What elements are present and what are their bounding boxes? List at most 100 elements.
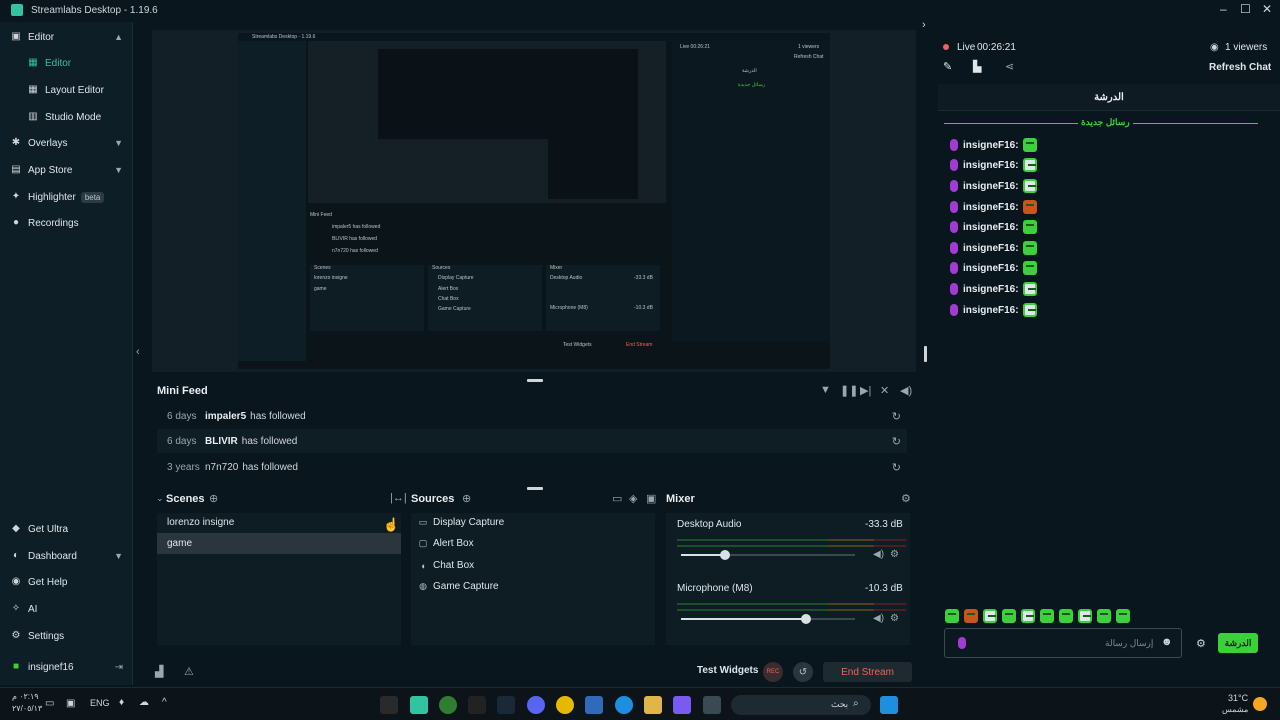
rec-button[interactable]: REC <box>763 662 783 682</box>
collapse-left-icon[interactable]: ‹ <box>136 346 140 358</box>
scene-transition-icon[interactable]: |↔| <box>390 492 407 504</box>
taskview-app-icon[interactable] <box>703 696 721 714</box>
collapse-chat-icon[interactable]: › <box>922 19 926 31</box>
chat-username[interactable]: insigneF16: <box>963 284 1019 295</box>
sidebar-item-app-store[interactable]: ▤ App Store ▼ <box>0 159 133 181</box>
volume-slider[interactable] <box>681 614 855 624</box>
xbox-app-icon[interactable] <box>439 696 457 714</box>
stream-preview[interactable]: Streamlabs Desktop - 1.19.6 Mini Feed im… <box>136 30 916 372</box>
volume-icon[interactable]: ◀) <box>900 384 912 397</box>
mute-alerts-icon[interactable]: ✕ <box>880 384 889 397</box>
scene-item[interactable]: lorenzo insigne <box>157 512 401 533</box>
gear-icon[interactable]: ⚙ <box>890 613 899 624</box>
tray-chevron-icon[interactable]: ^ <box>162 697 167 708</box>
chat-username[interactable]: insigneF16: <box>963 140 1019 151</box>
streamlabs-app-icon[interactable] <box>410 696 428 714</box>
add-source-icon[interactable]: ⊕ <box>462 492 471 505</box>
source-item[interactable]: ◍ Game Capture <box>417 576 655 597</box>
chat-username[interactable]: insigneF16: <box>963 181 1019 192</box>
emote-icon[interactable] <box>1021 609 1035 623</box>
chat-settings-icon[interactable]: ⚙ <box>1196 637 1206 650</box>
chat-username[interactable]: insigneF16: <box>963 160 1019 171</box>
sidebar-item-recordings[interactable]: ● Recordings <box>0 212 133 234</box>
source-settings-icon[interactable]: ▭ <box>612 492 622 505</box>
emote-icon[interactable] <box>1097 609 1111 623</box>
mixer-settings-icon[interactable]: ⚙ <box>901 492 911 505</box>
source-item[interactable]: ▢ Alert Box <box>417 533 655 554</box>
skip-icon[interactable]: ▶| <box>860 384 871 397</box>
discord-app-icon[interactable] <box>527 696 545 714</box>
test-widgets-label[interactable]: Test Widgets <box>697 665 758 676</box>
chat-username[interactable]: insigneF16: <box>963 243 1019 254</box>
resize-handle-horizontal[interactable] <box>527 379 543 382</box>
source-eye-icon[interactable]: ◈ <box>629 492 637 505</box>
sidebar-item-get-ultra[interactable]: ◆ Get Ultra <box>0 518 133 540</box>
add-scene-icon[interactable]: ⊕ <box>209 492 218 505</box>
capcut-app-icon[interactable] <box>468 696 486 714</box>
alert-notification-icon[interactable]: ⚠ <box>184 665 194 678</box>
chat-input-box[interactable]: إرسال رسالة ☻ <box>944 628 1182 658</box>
network-icon[interactable]: ▣ <box>66 698 75 709</box>
sidebar-item-settings[interactable]: ⚙ Settings <box>0 625 133 647</box>
replay-icon[interactable]: ↻ <box>892 435 901 448</box>
edit-icon[interactable]: ✎ <box>943 60 952 73</box>
resize-handle-horizontal[interactable] <box>527 487 543 490</box>
chat-username[interactable]: insigneF16: <box>963 222 1019 233</box>
emote-icon[interactable] <box>1116 609 1130 623</box>
emote-icon[interactable] <box>1078 609 1092 623</box>
emote-icon[interactable] <box>945 609 959 623</box>
cards-icon[interactable]: ▙ <box>973 60 981 73</box>
cloud-icon[interactable]: ☁ <box>139 697 149 708</box>
volume-slider[interactable] <box>681 550 855 560</box>
pause-icon[interactable]: ❚❚ <box>840 384 858 397</box>
source-folder-icon[interactable]: ▣ <box>646 492 656 505</box>
microphone-icon[interactable]: ♦ <box>119 697 124 708</box>
chat-username[interactable]: insigneF16: <box>963 202 1019 213</box>
copilot-app-icon[interactable] <box>673 696 691 714</box>
sidebar-item-get-help[interactable]: ◉ Get Help <box>0 571 133 593</box>
refresh-chat-button[interactable]: Refresh Chat <box>1209 62 1271 73</box>
speaker-icon[interactable]: ◀) <box>873 613 884 624</box>
emote-icon[interactable] <box>983 609 997 623</box>
resize-handle-vertical[interactable] <box>924 346 927 362</box>
maximize-button[interactable]: ☐ <box>1240 2 1251 16</box>
sidebar-item-layout-editor[interactable]: ▦ Layout Editor <box>0 79 133 101</box>
speaker-icon[interactable]: ◀) <box>873 549 884 560</box>
chat-username[interactable]: insigneF16: <box>963 305 1019 316</box>
sidebar-item-overlays[interactable]: ✱ Overlays ▼ <box>0 132 133 154</box>
sidebar-item-editor[interactable]: ▦ Editor <box>0 52 133 74</box>
folder-app-icon[interactable] <box>644 696 662 714</box>
emoji-icon[interactable]: ☻ <box>1161 636 1173 648</box>
sidebar-item-ai[interactable]: ✧ AI <box>0 598 133 620</box>
windows-start-icon[interactable] <box>880 696 898 714</box>
source-item[interactable]: ▭ Display Capture <box>417 512 655 533</box>
edge-app-icon[interactable] <box>615 696 633 714</box>
sidebar-item-editor-group[interactable]: ▣ Editor ▲ <box>0 26 133 48</box>
input-language[interactable]: ENG <box>90 698 110 708</box>
sidebar-item-studio-mode[interactable]: ▥ Studio Mode <box>0 106 133 128</box>
replay-icon[interactable]: ↻ <box>892 410 901 423</box>
scene-item-selected[interactable]: game <box>157 533 401 554</box>
gear-icon[interactable]: ⚙ <box>890 549 899 560</box>
emote-icon[interactable] <box>1002 609 1016 623</box>
filter-icon[interactable]: ▼ <box>820 384 831 396</box>
emote-icon[interactable] <box>964 609 978 623</box>
volume-slider-knob[interactable] <box>719 550 730 560</box>
share-icon[interactable]: ⋖ <box>1005 60 1014 73</box>
minimize-button[interactable]: – <box>1220 2 1227 16</box>
chevron-down-icon[interactable]: ⌄ <box>156 493 164 504</box>
end-stream-button[interactable]: End Stream <box>823 662 912 682</box>
replay-icon[interactable]: ↻ <box>892 461 901 474</box>
replay-buffer-icon[interactable]: ↺ <box>793 662 813 682</box>
close-button[interactable]: ✕ <box>1262 2 1272 16</box>
source-item[interactable]: ◖ Chat Box <box>417 555 655 576</box>
sidebar-item-user[interactable]: ■ insignef16 ⇥ <box>0 656 133 678</box>
stats-icon[interactable]: ▟ <box>155 665 163 678</box>
chat-send-button[interactable]: الدرشة <box>1218 633 1258 653</box>
emote-icon[interactable] <box>1059 609 1073 623</box>
sidebar-item-highlighter[interactable]: ✦ Highlighter beta <box>0 186 133 208</box>
emote-icon[interactable] <box>1040 609 1054 623</box>
sidebar-item-dashboard[interactable]: ◐ Dashboard ▼ <box>0 545 133 567</box>
chat-username[interactable]: insigneF16: <box>963 263 1019 274</box>
steam-app-icon[interactable] <box>497 696 515 714</box>
